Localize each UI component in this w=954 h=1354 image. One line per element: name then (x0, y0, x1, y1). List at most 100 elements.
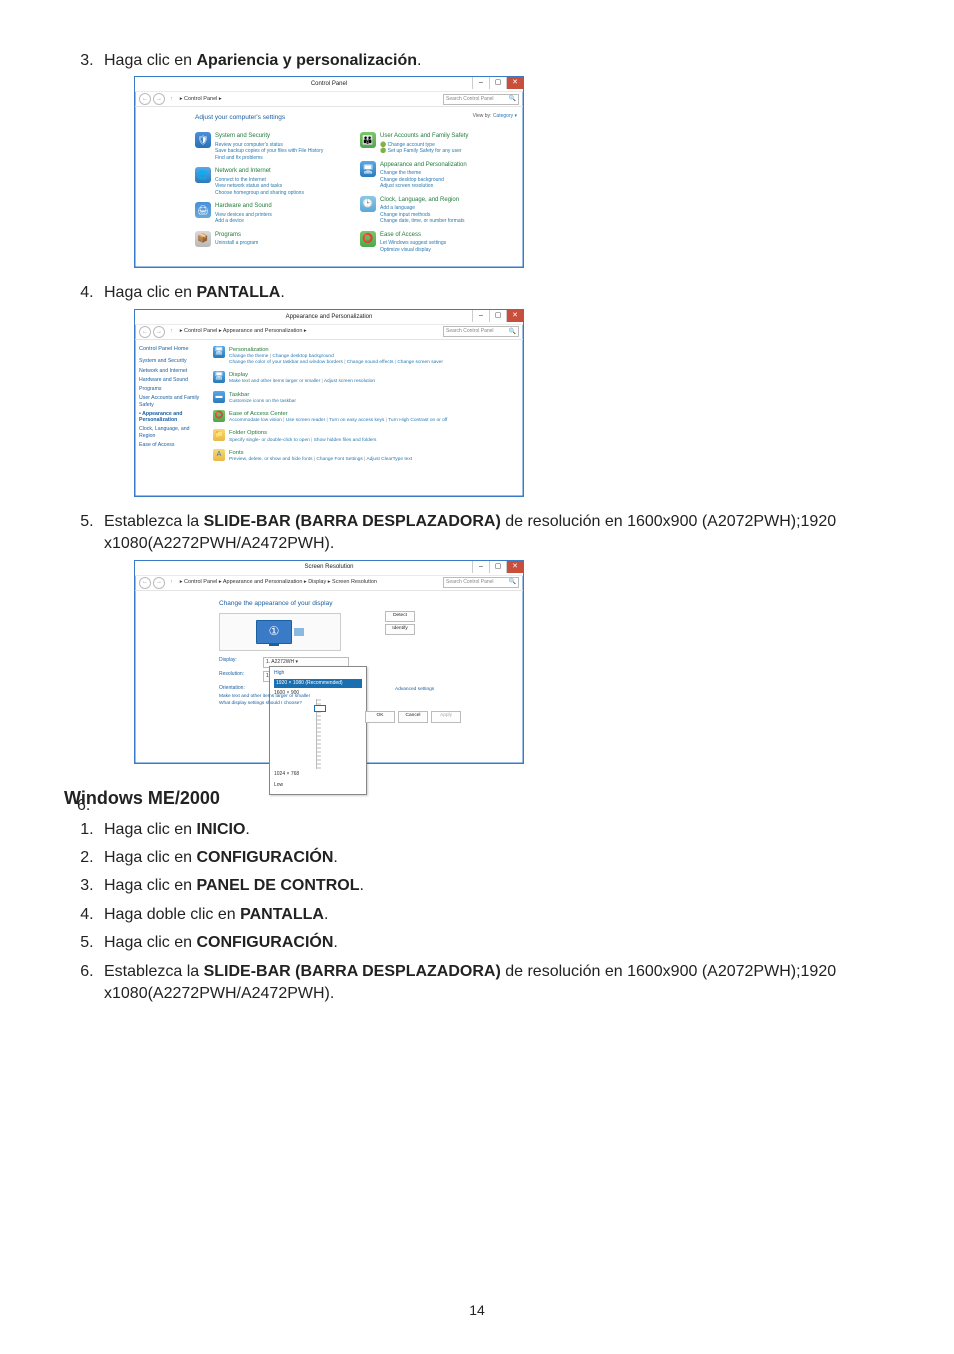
ap-sublink[interactable]: Show hidden files and folders (311, 438, 376, 443)
floating-step-6-marker: 6. (77, 797, 90, 815)
sidebar-item[interactable]: Programs (139, 386, 203, 392)
cp-sublink[interactable]: Adjust screen resolution (380, 183, 467, 190)
breadcrumb[interactable]: ▸ Control Panel ▸ (180, 96, 222, 104)
nav-up-icon[interactable]: ↑ (170, 96, 173, 104)
ap-sublink[interactable]: Adjust ClearType text (364, 457, 412, 462)
advanced-settings-link[interactable]: Advanced settings (395, 687, 434, 694)
ap-ease-of-access[interactable]: ⭕ Ease of Access Center Accommodate low … (213, 410, 517, 424)
resolution-slider[interactable] (316, 699, 321, 769)
cp-programs[interactable]: 📦 Programs Uninstall a program (195, 231, 352, 247)
close-button[interactable]: ✕ (506, 561, 523, 573)
ap-sublink[interactable]: Change the color of your taskbar and win… (229, 360, 343, 365)
ap-folder-options[interactable]: 📁 Folder Options Specify single- or doub… (213, 429, 517, 443)
cp-user-accounts[interactable]: 👪 User Accounts and Family Safety 🟢 Chan… (360, 132, 517, 154)
resolution-dropdown[interactable]: High 1920 × 1080 (Recommended) 1600 × 90… (269, 666, 367, 795)
nav-up-icon[interactable]: ↑ (170, 579, 173, 587)
cp-sublink[interactable]: Save backup copies of your files with Fi… (215, 148, 323, 155)
ap-sublink[interactable]: Change Font Settings (314, 457, 363, 462)
sidebar-item[interactable]: Network and Internet (139, 368, 203, 374)
sidebar-item[interactable]: User Accounts and Family Safety (139, 395, 203, 407)
apply-button[interactable]: Apply (431, 711, 461, 723)
sidebar-item[interactable]: Ease of Access (139, 442, 203, 448)
nav-back-icon[interactable]: ← (139, 577, 151, 589)
ap-sublink[interactable]: Turn High Contrast on or off (386, 418, 448, 423)
cp-sublink[interactable]: Let Windows suggest settings (380, 240, 446, 247)
dropdown-option-1024[interactable]: 1024 × 768 (274, 771, 362, 778)
maximize-button[interactable]: ▢ (489, 310, 506, 322)
me6-pre: Establezca la (104, 963, 204, 980)
cp-system-security[interactable]: 🛡 System and Security Review your comput… (195, 132, 352, 161)
cp-appearance-personalization[interactable]: 🖥 Appearance and Personalization Change … (360, 161, 517, 190)
cp-sublink[interactable]: Optimize visual display (380, 247, 446, 254)
sidebar-item[interactable]: Clock, Language, and Region (139, 426, 203, 438)
nav-up-icon[interactable]: ↑ (170, 328, 173, 336)
cp-network-internet[interactable]: 🌐 Network and Internet Connect to the In… (195, 167, 352, 196)
me2-post: . (333, 849, 337, 866)
maximize-button[interactable]: ▢ (489, 77, 506, 89)
control-panel-body: Adjust your computer's settings View by:… (135, 107, 523, 265)
cp-clock-language-region[interactable]: 🕒 Clock, Language, and Region Add a lang… (360, 196, 517, 225)
cp-sublink[interactable]: 🟢 Set up Family Safety for any user (380, 148, 468, 155)
cp-ease-of-access[interactable]: ⭕ Ease of Access Let Windows suggest set… (360, 231, 517, 253)
breadcrumb[interactable]: ▸ Control Panel ▸ Appearance and Persona… (180, 579, 377, 587)
ap-sublink[interactable]: Accommodate low vision (229, 418, 282, 423)
search-input[interactable]: Search Control Panel 🔍 (443, 577, 519, 588)
ap-sublink[interactable]: Specify single- or double-click to open (229, 438, 310, 443)
close-button[interactable]: ✕ (506, 77, 523, 89)
nav-back-icon[interactable]: ← (139, 326, 151, 338)
cp-sublink[interactable]: Change date, time, or number formats (380, 218, 465, 225)
ap-sublink[interactable]: Customize icons on the taskbar (229, 399, 296, 404)
sidebar-item[interactable]: Hardware and Sound (139, 377, 203, 383)
ap-sublink[interactable]: Adjust screen resolution (322, 379, 376, 384)
nav-forward-icon[interactable]: → (153, 326, 165, 338)
res-help-link-2[interactable]: What display settings should I choose? (219, 700, 310, 708)
step-5: Establezca la SLIDE-BAR (BARRA DESPLAZAD… (98, 511, 890, 764)
cancel-button[interactable]: Cancel (398, 711, 428, 723)
sidebar-item[interactable]: System and Security (139, 358, 203, 364)
minimize-button[interactable]: – (472, 561, 489, 573)
nav-forward-icon[interactable]: → (153, 93, 165, 105)
cp-sublink[interactable]: Find and fix problems (215, 155, 323, 162)
viewby-label: View by: (473, 113, 492, 119)
cp-sublink[interactable]: Add a device (215, 218, 272, 225)
ap-fonts[interactable]: A Fonts Preview, delete, or show and hid… (213, 449, 517, 463)
nav-forward-icon[interactable]: → (153, 577, 165, 589)
ap-sublink[interactable]: Make text and other items larger or smal… (229, 379, 320, 384)
monitor-preview[interactable]: ① (219, 613, 341, 651)
me1-pre: Haga clic en (104, 821, 197, 838)
minimize-button[interactable]: – (472, 310, 489, 322)
ap-sublink[interactable]: Change desktop background (270, 354, 334, 359)
cp-sublink[interactable]: Choose homegroup and sharing options (215, 190, 304, 197)
ap-personalization[interactable]: 🖥 Personalization Change the theme Chang… (213, 346, 517, 367)
dropdown-option-1920[interactable]: 1920 × 1080 (Recommended) (274, 679, 362, 688)
ap-sublink[interactable]: Change sound effects (344, 360, 393, 365)
viewby-value[interactable]: Category ▾ (493, 113, 517, 119)
ap-display[interactable]: 🖥 Display Make text and other items larg… (213, 371, 517, 385)
maximize-button[interactable]: ▢ (489, 561, 506, 573)
slider-thumb-icon[interactable] (314, 705, 326, 712)
ap-taskbar[interactable]: ▬ Taskbar Customize icons on the taskbar (213, 391, 517, 405)
identify-button[interactable]: Identify (385, 624, 415, 635)
ap-sublink[interactable]: Turn on easy access keys (327, 418, 385, 423)
ap-sublink[interactable]: Use screen reader (283, 418, 325, 423)
monitor-number: ① (269, 623, 280, 640)
me6-bold: SLIDE-BAR (BARRA DESPLAZADORA) (204, 963, 501, 980)
detect-button[interactable]: Detect (385, 611, 415, 622)
close-button[interactable]: ✕ (506, 310, 523, 322)
res-help-link-1[interactable]: Make text and other items larger or smal… (219, 693, 310, 701)
sidebar-header[interactable]: Control Panel Home (139, 346, 203, 354)
ok-button[interactable]: OK (365, 711, 395, 723)
sidebar-item-selected[interactable]: Appearance and Personalization (139, 411, 203, 423)
search-input[interactable]: Search Control Panel 🔍 (443, 326, 519, 337)
ap-row-head: Fonts (229, 449, 412, 457)
ap-sublink[interactable]: Preview, delete, or show and hide fonts (229, 457, 312, 462)
breadcrumb[interactable]: ▸ Control Panel ▸ Appearance and Persona… (180, 328, 307, 336)
cp-sublink[interactable]: Uninstall a program (215, 240, 258, 247)
search-icon: 🔍 (509, 328, 516, 336)
search-input[interactable]: Search Control Panel 🔍 (443, 94, 519, 105)
ap-sublink[interactable]: Change the theme (229, 354, 268, 359)
cp-hardware-sound[interactable]: 🖨 Hardware and Sound View devices and pr… (195, 202, 352, 224)
nav-back-icon[interactable]: ← (139, 93, 151, 105)
ap-sublink[interactable]: Change screen saver (395, 360, 443, 365)
minimize-button[interactable]: – (472, 77, 489, 89)
